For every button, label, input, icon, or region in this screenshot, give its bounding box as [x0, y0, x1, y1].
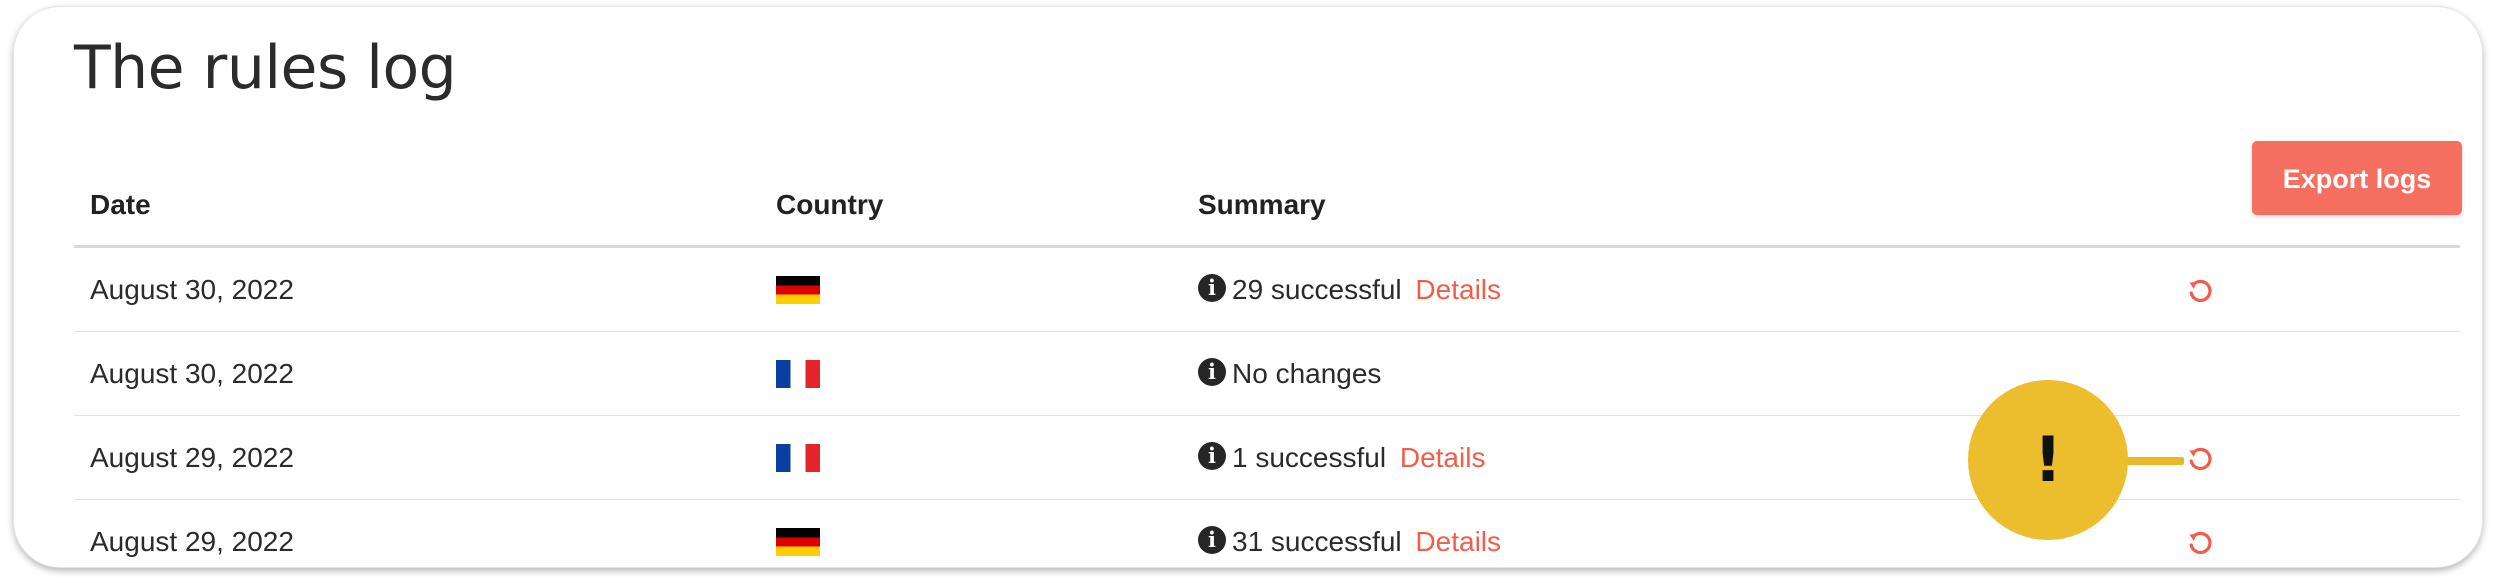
- row-country: [776, 416, 820, 499]
- undo-button[interactable]: [2187, 416, 2213, 499]
- row-summary: i 29 successful Details: [1198, 248, 1501, 331]
- row-summary: i 31 successful Details: [1198, 500, 1501, 583]
- row-summary: i1 successful Details: [1198, 416, 1485, 499]
- undo-button[interactable]: [2187, 500, 2213, 583]
- rules-log-card: The rules log Export logs Date Country S…: [14, 7, 2482, 567]
- undo-icon: [2189, 279, 2212, 302]
- summary-text: 29 successful: [1232, 274, 1402, 305]
- column-header-date: Date: [90, 189, 151, 220]
- row-date: August 30, 2022: [90, 358, 294, 389]
- undo-icon: [2189, 447, 2212, 470]
- france-flag-icon: [776, 359, 820, 388]
- rules-log-table: Date Country Summary August 30, 2022 i 29…: [74, 157, 2460, 583]
- info-icon[interactable]: i: [1198, 525, 1226, 554]
- column-header-summary: Summary: [1198, 189, 1326, 220]
- row-date: August 30, 2022: [90, 274, 294, 305]
- germany-flag-icon: [776, 275, 820, 304]
- details-link[interactable]: Details: [1400, 442, 1486, 473]
- undo-button[interactable]: [2187, 248, 2213, 331]
- row-country: [776, 332, 820, 415]
- row-country: [776, 500, 820, 583]
- info-icon[interactable]: i: [1198, 273, 1226, 302]
- details-link[interactable]: Details: [1415, 526, 1501, 557]
- summary-text: 31 successful: [1232, 526, 1402, 557]
- page-title: The rules log: [74, 33, 457, 103]
- callout-connector: [2122, 457, 2184, 465]
- row-country: [776, 248, 820, 331]
- info-icon[interactable]: i: [1198, 357, 1226, 386]
- summary-text: No changes: [1232, 358, 1382, 389]
- undo-icon: [2189, 531, 2212, 554]
- france-flag-icon: [776, 443, 820, 472]
- details-link[interactable]: Details: [1415, 274, 1501, 305]
- column-header-country: Country: [776, 189, 884, 220]
- info-icon[interactable]: i: [1198, 441, 1226, 470]
- row-summary: i No changes: [1198, 332, 1381, 415]
- callout-badge: !: [1968, 380, 2128, 540]
- summary-text: 1 successful: [1232, 442, 1387, 473]
- germany-flag-icon: [776, 527, 820, 556]
- table-row: August 30, 2022 i 29 successful Details: [74, 248, 2460, 332]
- row-date: August 29, 2022: [90, 442, 294, 473]
- row-date: August 29, 2022: [90, 526, 294, 557]
- table-header: Date Country Summary: [74, 157, 2460, 248]
